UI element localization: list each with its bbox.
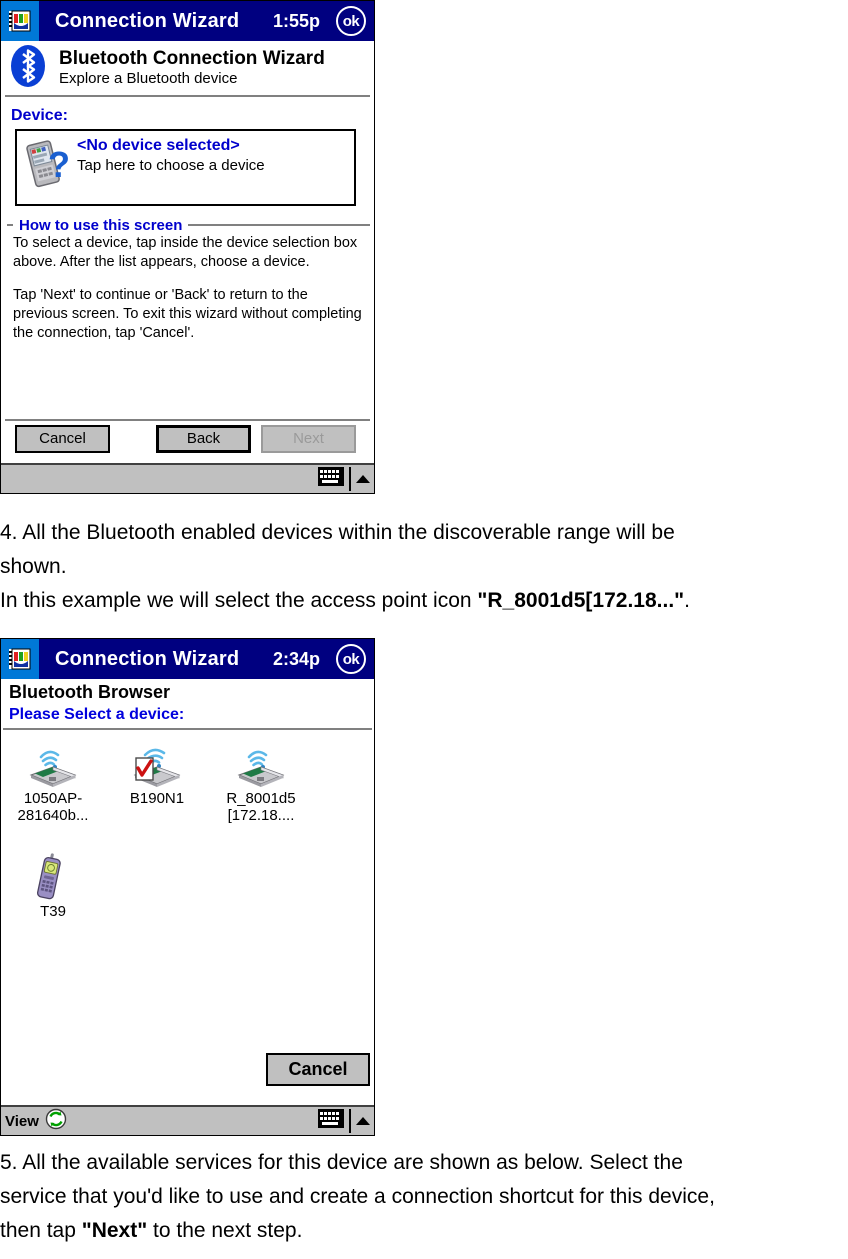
device-row-1: 1050AP- 281640b... B190N1 R_8001d5 [172.… — [1, 738, 374, 825]
browser-title: Bluetooth Browser — [9, 682, 171, 702]
step-4-line-3-suffix: . — [684, 589, 690, 612]
connection-wizard-icon — [1, 639, 39, 679]
step-5-line-2: service that you'd like to use and creat… — [0, 1185, 715, 1208]
cancel-button[interactable]: Cancel — [266, 1053, 370, 1086]
device-caption: B190N1 — [129, 789, 185, 807]
browser-button-row: Cancel — [1, 1053, 374, 1086]
step-4-line-1: 4. All the Bluetooth enabled devices wit… — [0, 521, 675, 544]
footer-divider — [5, 419, 370, 421]
step-5-line-3: then tap "Next" to the next step. — [0, 1214, 848, 1248]
browser-header: Bluetooth Browser Please Select a device… — [1, 679, 374, 726]
titlebar-title: Connection Wizard — [55, 647, 240, 670]
chevron-up-icon[interactable] — [356, 1117, 370, 1125]
device-hint-text: Tap here to choose a device — [77, 157, 265, 175]
pda-screenshot-bluetooth-browser: Connection Wizard 2:34p ok Bluetooth Bro… — [0, 638, 375, 1136]
mobile-phone-icon — [1, 853, 105, 901]
refresh-icon[interactable] — [45, 1108, 67, 1135]
header-divider — [5, 95, 370, 97]
step-4-line-3-prefix: In this example we will select the acces… — [0, 589, 478, 612]
how-to-paragraph-1: To select a device, tap inside the devic… — [13, 235, 358, 271]
how-to-legend-label: How to use this screen — [19, 216, 183, 234]
step-5-line-3-prefix: then tap — [0, 1219, 82, 1242]
svg-text:?: ? — [48, 144, 69, 185]
step-4-line-2: shown. — [0, 555, 67, 578]
browser-prompt: Please Select a device: — [9, 705, 185, 723]
device-section-label: Device: — [11, 107, 68, 124]
access-point-icon — [1, 742, 105, 788]
device-caption: 1050AP- 281640b... — [17, 789, 89, 825]
chevron-up-icon[interactable] — [356, 475, 370, 483]
device-item-t39[interactable]: T39 — [1, 851, 105, 921]
titlebar-clock: 2:34p — [272, 648, 320, 669]
device-item-r8001d5[interactable]: R_8001d5 [172.18.... — [209, 738, 313, 825]
access-point-checked-icon — [105, 742, 209, 788]
wizard-header: Bluetooth Connection Wizard Explore a Bl… — [1, 41, 374, 95]
device-item-b190n1[interactable]: B190N1 — [105, 738, 209, 825]
step-4-line-3: In this example we will select the acces… — [0, 584, 848, 618]
cancel-button[interactable]: Cancel — [15, 425, 110, 453]
device-caption: T39 — [40, 903, 66, 921]
device-selection-box[interactable]: ? <No device selected> Tap here to choos… — [15, 129, 356, 206]
group-border-right — [188, 224, 370, 226]
view-menu-button[interactable]: View — [5, 1113, 39, 1130]
step-4-device-name: "R_8001d5[172.18..." — [477, 589, 685, 612]
back-button[interactable]: Back — [156, 425, 251, 453]
taskbar-separator — [349, 1109, 351, 1133]
how-to-paragraph-2: Tap 'Next' to continue or 'Back' to retu… — [13, 286, 362, 342]
keyboard-icon[interactable] — [318, 1109, 344, 1133]
step-5-line-1: 5. All the available services for this d… — [0, 1151, 683, 1174]
step-5-next-label: "Next" — [81, 1219, 148, 1242]
connection-wizard-icon — [1, 1, 39, 41]
device-caption: R_8001d5 [172.18.... — [226, 789, 296, 825]
device-row-2: T39 — [1, 851, 374, 921]
wizard-button-row: Cancel Back Next — [1, 425, 374, 453]
taskbar — [1, 463, 374, 493]
access-point-icon — [209, 742, 313, 788]
taskbar-separator — [349, 467, 351, 491]
step-5-paragraph: 5. All the available services for this d… — [0, 1146, 848, 1248]
wizard-title: Bluetooth Connection Wizard — [59, 47, 325, 69]
wizard-subtitle: Explore a Bluetooth device — [59, 70, 238, 88]
step-5-line-3-suffix: to the next step. — [147, 1219, 303, 1242]
pda-screenshot-connection-wizard: Connection Wizard 1:55p ok Bluetooth Con… — [0, 0, 375, 494]
titlebar-clock: 1:55p — [272, 10, 320, 31]
taskbar: View — [1, 1105, 374, 1135]
bluetooth-logo-icon — [9, 43, 47, 94]
titlebar: Connection Wizard 2:34p ok — [1, 639, 374, 679]
step-4-paragraph: 4. All the Bluetooth enabled devices wit… — [0, 516, 848, 618]
keyboard-icon[interactable] — [318, 467, 344, 491]
device-item-1050ap[interactable]: 1050AP- 281640b... — [1, 738, 105, 825]
ok-button[interactable]: ok — [336, 6, 366, 36]
titlebar-title: Connection Wizard — [55, 9, 240, 32]
titlebar: Connection Wizard 1:55p ok — [1, 1, 374, 41]
ok-button[interactable]: ok — [336, 644, 366, 674]
selected-device-text: <No device selected> — [77, 137, 240, 154]
device-icon-grid: 1050AP- 281640b... B190N1 R_8001d5 [172.… — [1, 730, 374, 921]
how-to-use-group: How to use this screen To select a devic… — [7, 218, 370, 343]
unknown-device-question-icon: ? — [23, 137, 70, 194]
next-button: Next — [261, 425, 356, 453]
